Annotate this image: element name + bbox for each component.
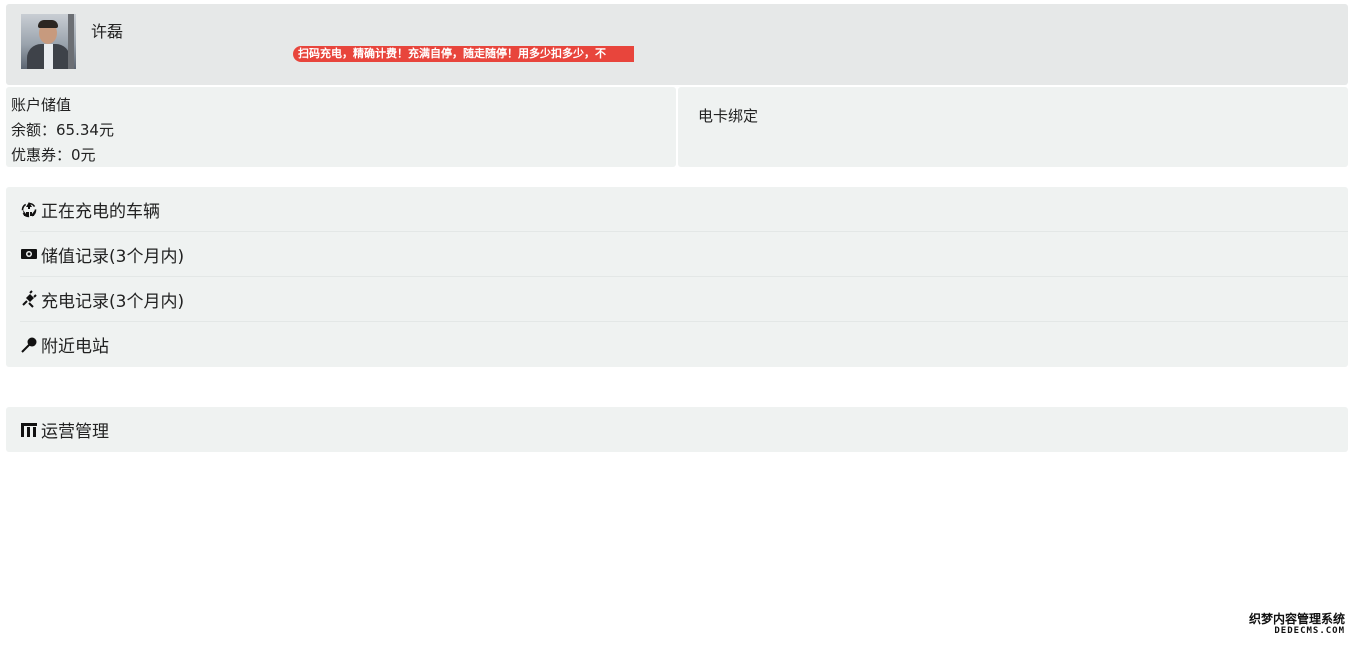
menu-item-label: 正在充电的车辆 (41, 201, 160, 222)
account-balance-panel[interactable]: 账户储值 余额：65.34元 优惠券：0元 (6, 87, 676, 167)
ops-panel: 运营管理 (6, 407, 1348, 452)
money-icon (20, 247, 38, 261)
menu-item-charging-vehicles[interactable]: 正在充电的车辆 (20, 187, 1348, 232)
menu-item-nearby-stations[interactable]: 附近电站 (20, 322, 1348, 367)
pin-icon (20, 336, 38, 354)
menu-item-topup-records[interactable]: 储值记录(3个月内) (20, 232, 1348, 277)
account-title: 账户储值 (11, 96, 72, 114)
bar-chart-icon (20, 422, 38, 438)
watermark-line2: DEDECMS.COM (1274, 626, 1345, 636)
bind-card-label: 电卡绑定 (698, 107, 759, 125)
recycle-icon (20, 200, 38, 218)
account-row: 账户储值 余额：65.34元 优惠券：0元 电卡绑定 (6, 87, 1348, 167)
watermark-line1: 织梦内容管理系统 (1248, 612, 1345, 626)
user-name: 许磊 (91, 22, 124, 41)
bind-card-panel[interactable]: 电卡绑定 (678, 87, 1348, 167)
plug-icon (20, 290, 38, 308)
menu-item-label: 附近电站 (41, 337, 109, 357)
avatar[interactable] (21, 14, 76, 69)
coupon-text: 优惠券：0元 (11, 146, 96, 164)
user-header: 许磊 扫码充电，精确计费！充满自停，随走随停！用多少扣多少，不 (6, 4, 1348, 85)
balance-text: 余额：65.34元 (11, 121, 114, 139)
notice-marquee: 扫码充电，精确计费！充满自停，随走随停！用多少扣多少，不 (293, 46, 634, 62)
menu-item-operations[interactable]: 运营管理 (20, 407, 1348, 452)
notice-text: 扫码充电，精确计费！充满自停，随走随停！用多少扣多少，不 (298, 47, 606, 60)
watermark-logo: 织梦内容管理系统 DEDECMS.COM (1245, 612, 1345, 638)
main-menu: 正在充电的车辆 储值记录(3个月内) 充电记录(3个月内) 附近电站 (6, 187, 1348, 367)
menu-item-label: 储值记录(3个月内) (41, 246, 185, 267)
menu-item-label: 充电记录(3个月内) (41, 291, 185, 312)
menu-item-charge-records[interactable]: 充电记录(3个月内) (20, 277, 1348, 322)
menu-item-label: 运营管理 (41, 422, 109, 442)
